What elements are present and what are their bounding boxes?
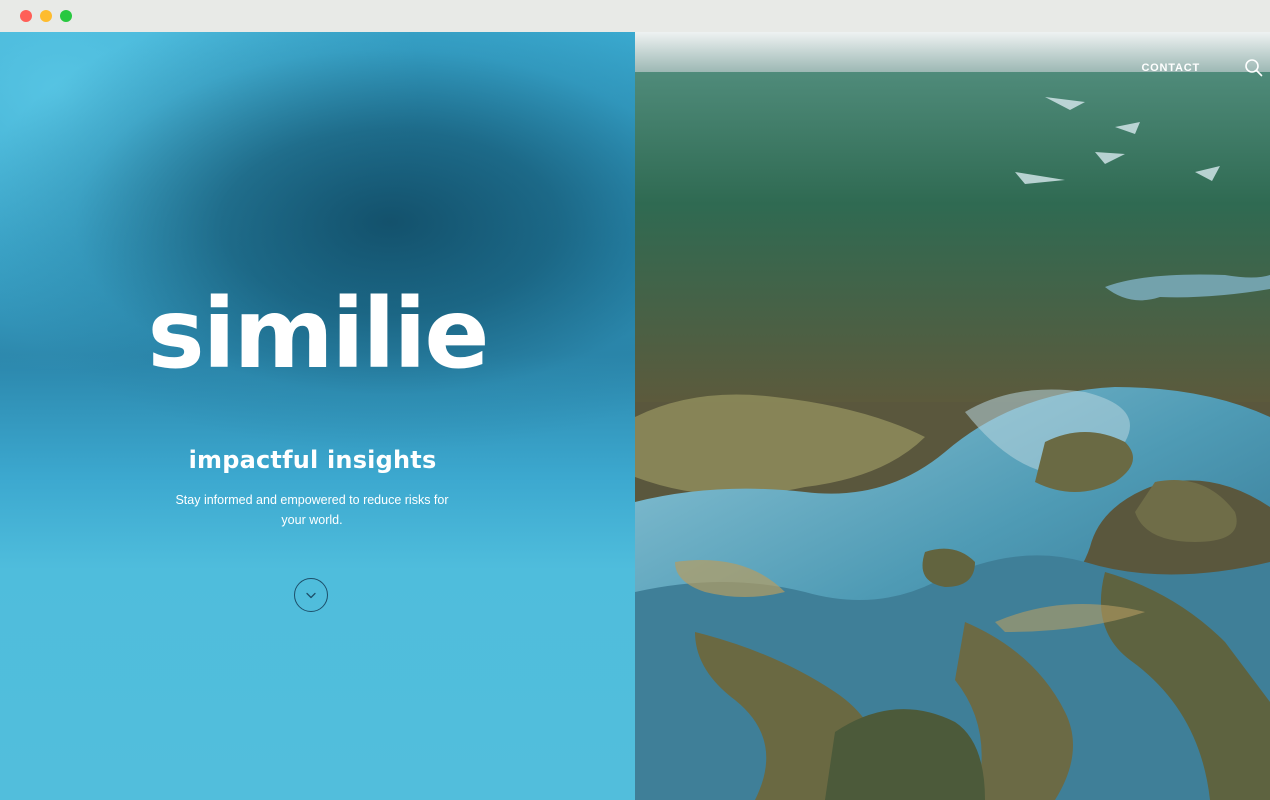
- search-button[interactable]: [1244, 58, 1264, 78]
- browser-window: similie impactful insights Stay informed…: [0, 0, 1270, 800]
- hero-panel: similie impactful insights Stay informed…: [0, 32, 635, 800]
- similie-logo[interactable]: similie: [0, 284, 635, 384]
- nav-contact-link[interactable]: CONTACT: [1141, 62, 1200, 74]
- hero-tagline: impactful insights: [188, 446, 437, 474]
- close-window-button[interactable]: [20, 10, 32, 22]
- hero-image: CONTACT: [635, 32, 1270, 800]
- hero-description: Stay informed and empowered to reduce ri…: [175, 493, 449, 527]
- minimize-window-button[interactable]: [40, 10, 52, 22]
- aerial-wetland-landscape: [635, 32, 1270, 800]
- search-icon: [1244, 59, 1264, 82]
- scroll-down-button[interactable]: [294, 578, 328, 612]
- zoom-window-button[interactable]: [60, 10, 72, 22]
- window-titlebar: [0, 0, 1270, 32]
- chevron-down-icon: [306, 586, 316, 604]
